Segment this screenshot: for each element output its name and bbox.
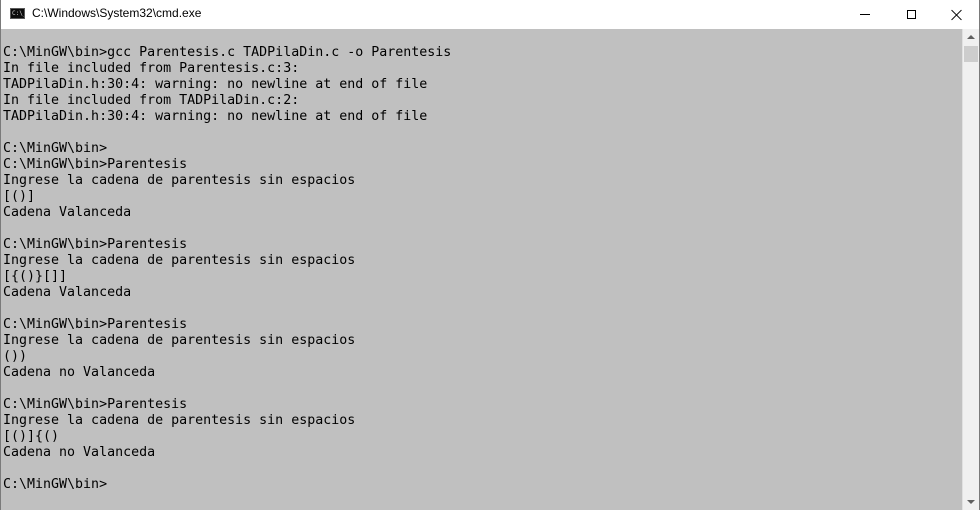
console-text: C:\MinGW\bin>gcc Parentesis.c TADPilaDin…	[1, 29, 962, 493]
console-line: Cadena no Valanceda	[3, 445, 156, 460]
console-line: C:\MinGW\bin>gcc Parentesis.c TADPilaDin…	[3, 45, 452, 60]
scroll-thumb[interactable]	[964, 46, 978, 62]
console-line: In file included from TADPilaDin.c:2:	[3, 93, 300, 108]
console-output[interactable]: C:\MinGW\bin>gcc Parentesis.c TADPilaDin…	[1, 29, 962, 510]
console-line: [{()}[]]	[3, 269, 68, 284]
scroll-down-button[interactable]	[963, 494, 979, 510]
console-line: C:\MinGW\bin>Parentesis	[3, 397, 188, 412]
scroll-up-button[interactable]	[963, 29, 979, 45]
console-line: Ingrese la cadena de parentesis sin espa…	[3, 333, 356, 348]
console-line: [()]{()	[3, 429, 60, 444]
title-bar[interactable]: C:\_ C:\Windows\System32\cmd.exe	[1, 0, 979, 29]
console-line: C:\MinGW\bin>Parentesis	[3, 157, 188, 172]
close-icon	[951, 9, 963, 21]
console-line: Cadena Valanceda	[3, 285, 132, 300]
console-line: C:\MinGW\bin>	[3, 477, 108, 492]
console-line: C:\MinGW\bin>	[3, 141, 108, 156]
maximize-button[interactable]	[888, 0, 934, 29]
cmd-icon: C:\_	[10, 8, 25, 19]
console-line: ())	[3, 349, 28, 364]
console-line: C:\MinGW\bin>Parentesis	[3, 237, 188, 252]
console-line: Cadena Valanceda	[3, 205, 132, 220]
console-line: [()]	[3, 189, 36, 204]
console-line: TADPilaDin.h:30:4: warning: no newline a…	[3, 109, 428, 124]
console-line: Ingrese la cadena de parentesis sin espa…	[3, 173, 356, 188]
console-line: Ingrese la cadena de parentesis sin espa…	[3, 253, 356, 268]
console-line: C:\MinGW\bin>Parentesis	[3, 317, 188, 332]
maximize-icon	[906, 10, 916, 19]
vertical-scrollbar[interactable]	[962, 29, 979, 510]
minimize-icon	[860, 14, 870, 15]
cmd-window: C:\_ C:\Windows\System32\cmd.exe C:\MinG…	[0, 0, 980, 510]
arrow-down-icon	[967, 500, 975, 504]
console-line: Cadena no Valanceda	[3, 365, 156, 380]
console-line: In file included from Parentesis.c:3:	[3, 61, 300, 76]
arrow-up-icon	[967, 35, 975, 39]
minimize-button[interactable]	[842, 0, 888, 29]
close-button[interactable]	[934, 0, 980, 29]
window-title: C:\Windows\System32\cmd.exe	[32, 6, 202, 20]
console-line: TADPilaDin.h:30:4: warning: no newline a…	[3, 77, 428, 92]
console-line: Ingrese la cadena de parentesis sin espa…	[3, 413, 356, 428]
